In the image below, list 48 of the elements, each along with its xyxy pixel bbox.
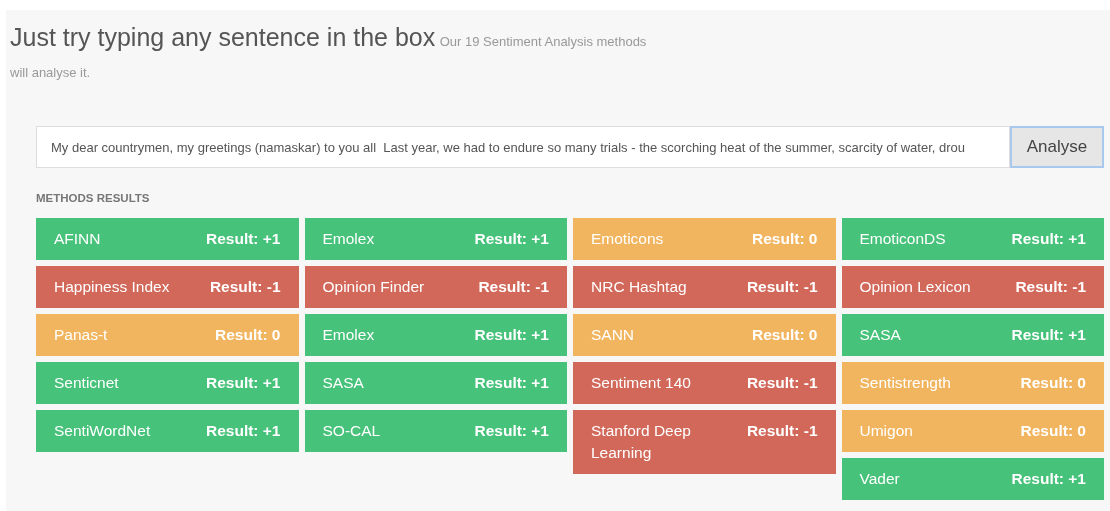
method-name: Panas-t <box>54 325 108 345</box>
method-name: Stanford Deep Learning <box>591 421 692 463</box>
result-value: Result: +1 <box>474 325 549 345</box>
result-value: Result: -1 <box>1015 277 1086 297</box>
page-subtitle: will analyse it. <box>10 65 91 80</box>
method-name: Sentistrength <box>859 373 951 393</box>
result-value: Result: 0 <box>1020 421 1086 441</box>
method-name: Vader <box>859 469 900 489</box>
result-value: Result: 0 <box>752 325 818 345</box>
sentence-input[interactable]: My dear countrymen, my greetings (namaskar) to you all Last year, we had to endure so many trials - the scorching heat of the summer, scarcity of water, drou <box>36 126 1010 168</box>
result-value: Result: -1 <box>746 421 818 441</box>
method-name: Emoticons <box>591 229 664 249</box>
method-name: Sentiment 140 <box>591 373 691 393</box>
method-name: SANN <box>591 325 635 345</box>
method-name: Happiness Index <box>54 277 170 297</box>
result-value: Result: +1 <box>206 373 281 393</box>
result-value: Result: +1 <box>1011 325 1086 345</box>
result-value: Result: +1 <box>206 421 281 441</box>
analyse-button[interactable]: Analyse <box>1010 126 1104 168</box>
method-name: Emolex <box>322 325 375 345</box>
result-value: Result: -1 <box>209 277 281 297</box>
result-value: Result: 0 <box>1020 373 1086 393</box>
method-name: Opinion Lexicon <box>859 277 971 297</box>
result-value: Result: 0 <box>752 229 818 249</box>
method-name: NRC Hashtag <box>591 277 687 297</box>
result-value: Result: -1 <box>746 373 818 393</box>
result-value: Result: +1 <box>206 229 281 249</box>
result-value: Result: +1 <box>1011 229 1086 249</box>
method-name: Umigon <box>859 421 913 441</box>
method-name: Opinion Finder <box>322 277 425 297</box>
page-subtitle: Our 19 Sentiment Analysis methods <box>439 34 647 49</box>
method-name: Senticnet <box>54 373 119 393</box>
section-label: METHODS RESULTS <box>36 192 150 204</box>
result-value: Result: +1 <box>474 373 549 393</box>
method-name: EmoticonDS <box>859 229 946 249</box>
result-value: Result: -1 <box>478 277 549 297</box>
method-name: AFINN <box>54 229 101 249</box>
result-value: Result: +1 <box>1011 469 1086 489</box>
result-value: Result: 0 <box>215 325 281 345</box>
page-title: Just try typing any sentence in the box <box>10 23 436 51</box>
method-name: SentiWordNet <box>54 421 151 441</box>
method-name: Emolex <box>322 229 375 249</box>
result-value: Result: -1 <box>746 277 818 297</box>
result-value: Result: +1 <box>474 421 549 441</box>
method-name: SO-CAL <box>322 421 381 441</box>
method-name: SASA <box>322 373 364 393</box>
result-value: Result: +1 <box>474 229 549 249</box>
method-name: SASA <box>859 325 901 345</box>
